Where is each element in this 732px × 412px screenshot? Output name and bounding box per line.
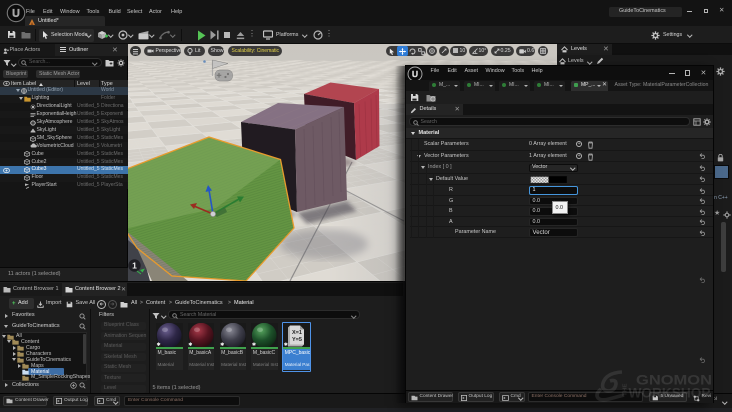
svg-text:WORKSHOP: WORKSHOP (629, 385, 711, 401)
svg-text:X=1: X=1 (292, 330, 302, 336)
svg-text:1: 1 (132, 261, 137, 271)
svg-text:Y=5: Y=5 (292, 337, 302, 343)
